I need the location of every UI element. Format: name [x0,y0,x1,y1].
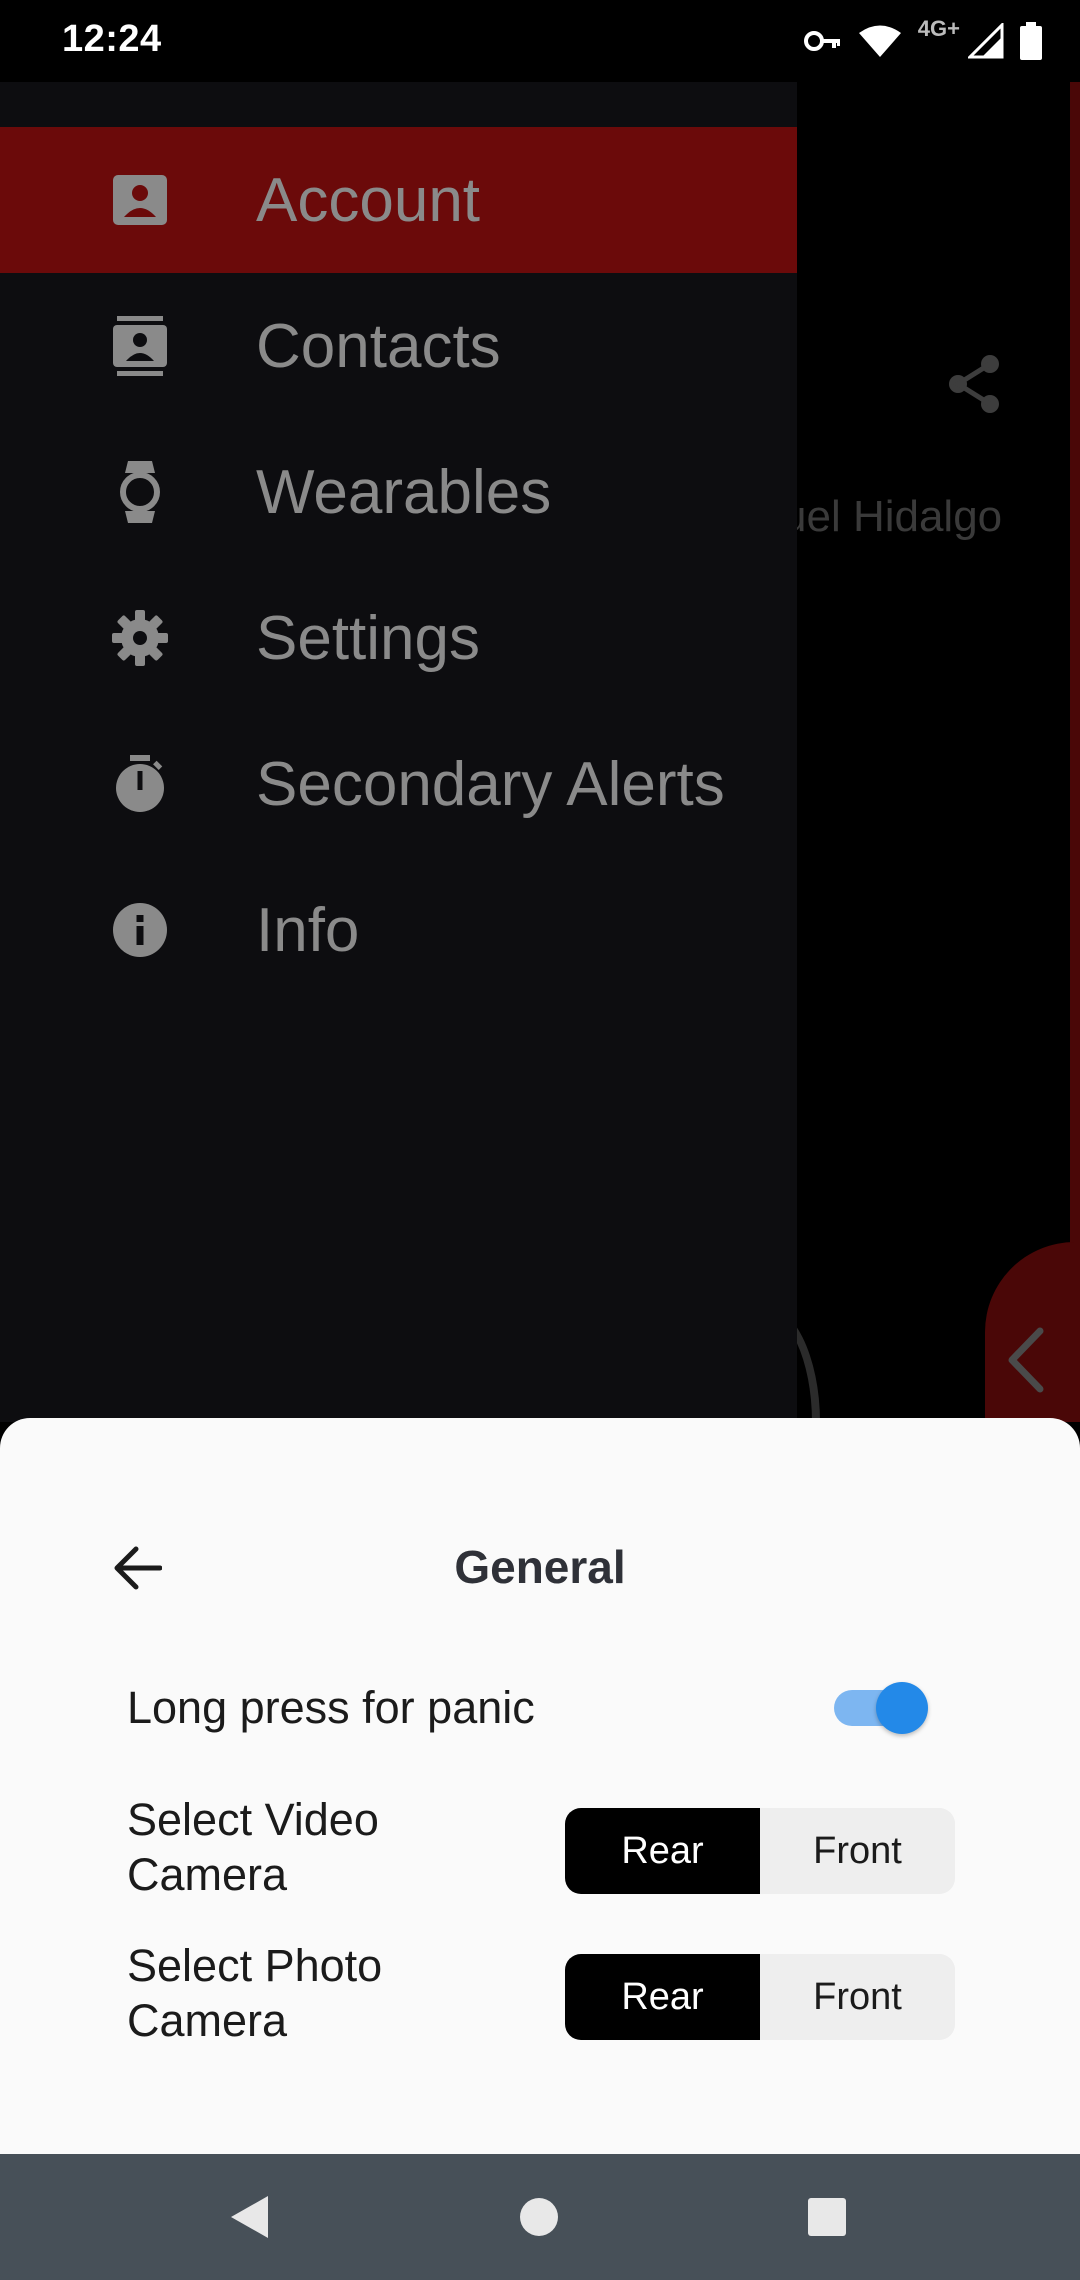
drawer-item-label: Wearables [256,457,552,527]
timer-icon [110,754,170,814]
photo-camera-front-button[interactable]: Front [760,1954,955,2040]
drawer-item-wearables[interactable]: Wearables [0,419,797,565]
sheet-title: General [454,1541,626,1593]
drawer-item-account[interactable]: Account [0,127,797,273]
network-type-label: 4G+ [917,16,960,41]
photo-camera-rear-button[interactable]: Rear [565,1954,760,2040]
background-user-name: uel Hidalgo [782,492,1003,541]
wifi-icon [858,24,902,58]
contacts-icon [110,316,170,376]
navigation-drawer: Account Contacts Wearables Settings Seco… [0,82,797,1422]
home-circle-icon[interactable] [502,2180,576,2254]
info-icon [110,900,170,960]
photo-camera-label: Select Photo Camera [127,1940,383,2046]
video-camera-rear-button[interactable]: Rear [565,1808,760,1894]
drawer-item-secondary-alerts[interactable]: Secondary Alerts [0,711,797,857]
drawer-item-label: Info [256,895,360,965]
system-navigation-bar [0,2154,1080,2280]
drawer-item-label: Account [256,165,481,235]
toggle-thumb [876,1682,928,1734]
video-camera-label: Select Video Camera [127,1794,379,1900]
general-settings-sheet: General Long press for panic Select Vide… [0,1418,1080,2154]
photo-camera-selector: Rear Front [565,1954,955,2040]
status-time: 12:24 [62,18,162,60]
video-camera-selector: Rear Front [565,1808,955,1894]
share-icon [946,354,1002,419]
drawer-item-info[interactable]: Info [0,857,797,1003]
back-triangle-icon[interactable] [212,2180,286,2254]
video-camera-front-button[interactable]: Front [760,1808,955,1894]
background-accent-strip [1070,82,1080,1422]
screen: 12:24 4G+ uel Hidalgo Account Contacts W… [0,0,1080,2280]
drawer-item-label: Settings [256,603,481,673]
status-icons: 4G+ [803,16,1042,64]
status-bar: 12:24 4G+ [0,0,1080,82]
account-box-icon [110,170,170,230]
watch-icon [110,461,170,523]
battery-icon [1020,22,1042,60]
drawer-item-settings[interactable]: Settings [0,565,797,711]
vpn-key-icon [803,30,842,52]
drawer-item-label: Contacts [256,311,501,381]
long-press-panic-label: Long press for panic [127,1682,535,1733]
chevron-left-icon [1002,1325,1052,1400]
drawer-item-label: Secondary Alerts [256,749,725,819]
cell-signal-icon [968,23,1004,59]
long-press-panic-toggle[interactable] [830,1676,930,1740]
drawer-item-contacts[interactable]: Contacts [0,273,797,419]
recents-square-icon[interactable] [790,2180,864,2254]
gear-icon [110,608,170,668]
